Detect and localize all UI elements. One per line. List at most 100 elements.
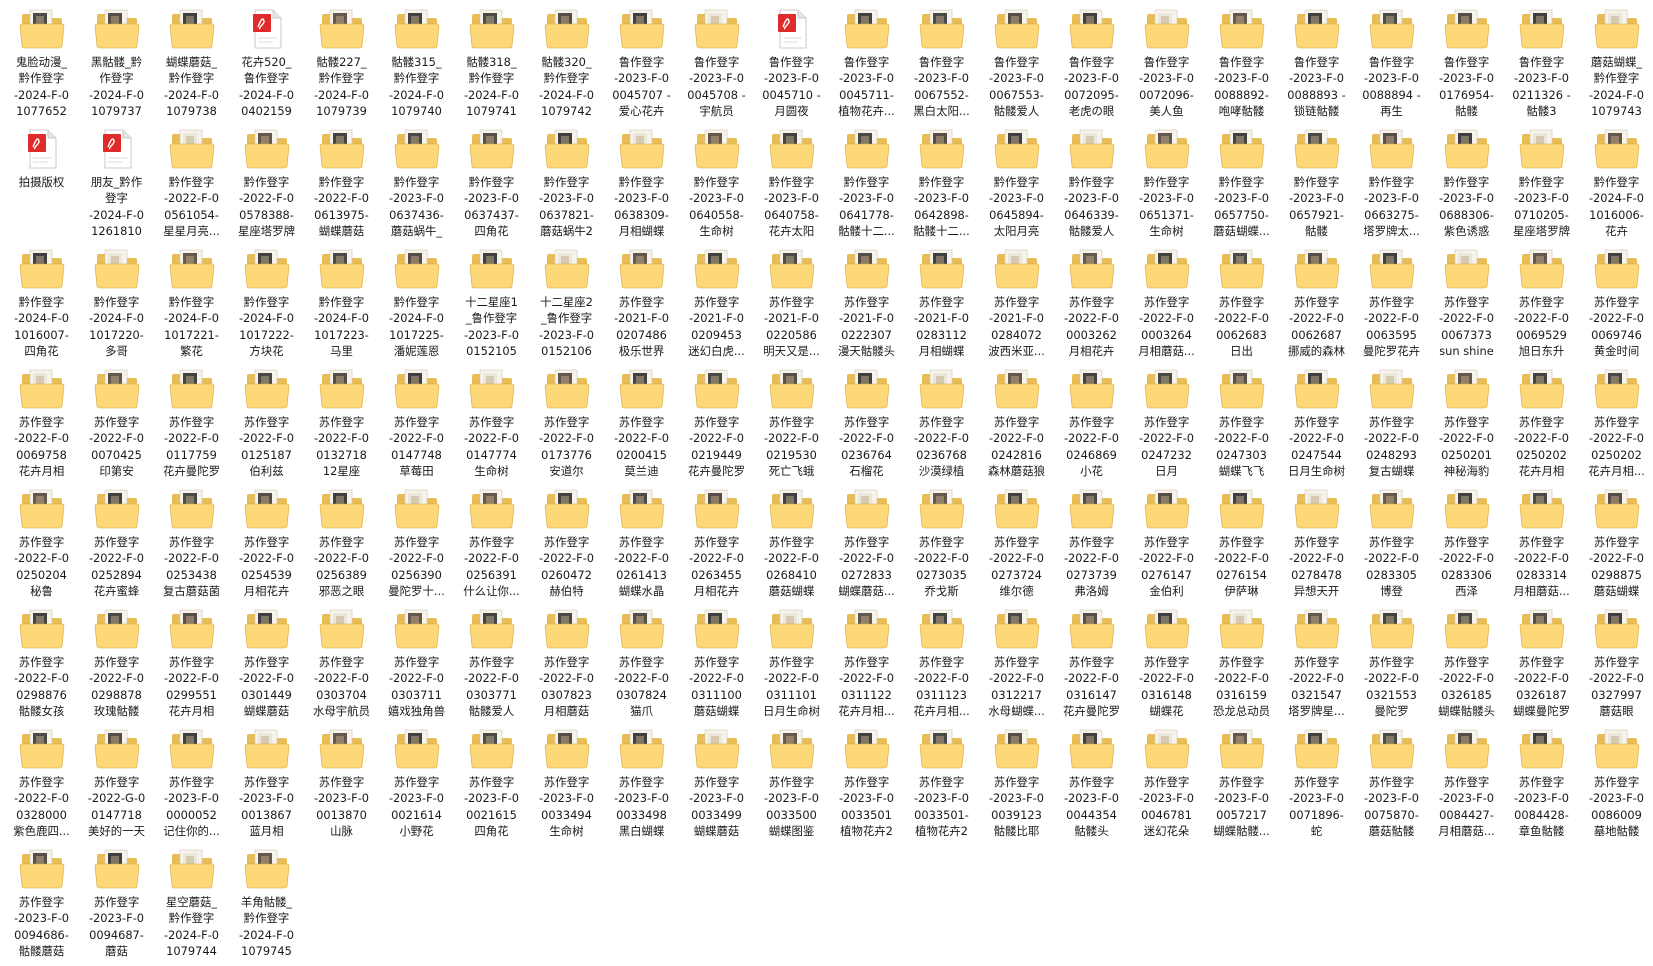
- folder-item[interactable]: 苏作登字 -2022-F-0 0132718 12星座: [304, 366, 379, 486]
- folder-item[interactable]: 苏作登字 -2022-F-0 0298876 骷髅女孩: [4, 606, 79, 726]
- folder-item[interactable]: 黔作登字 -2022-F-0 0613975- 蝴蝶蘑菇: [304, 126, 379, 246]
- folder-item[interactable]: 黔作登字 -2023-F-0 0637436- 蘑菇蜗牛_: [379, 126, 454, 246]
- folder-item[interactable]: 苏作登字 -2023-F-0 0044354 骷髅头: [1054, 726, 1129, 846]
- folder-item[interactable]: 骷髅227_ 黔作登字 -2024-F-0 1079739: [304, 6, 379, 126]
- folder-item[interactable]: 苏作登字 -2023-F-0 0013867 蓝月相: [229, 726, 304, 846]
- folder-item[interactable]: 苏作登字 -2022-F-0 0256390 曼陀罗十...: [379, 486, 454, 606]
- folder-item[interactable]: 鲁作登字 -2023-F-0 0176954- 骷髅: [1429, 6, 1504, 126]
- folder-item[interactable]: 苏作登字 -2022-F-0 0328000 紫色鹿四...: [4, 726, 79, 846]
- folder-item[interactable]: 苏作登字 -2022-F-0 0253438 复古蘑菇菌: [154, 486, 229, 606]
- folder-item[interactable]: 苏作登字 -2023-F-0 0057217 蝴蝶骷髅...: [1204, 726, 1279, 846]
- folder-item[interactable]: 苏作登字 -2022-F-0 0278478 异想天开: [1279, 486, 1354, 606]
- folder-item[interactable]: 苏作登字 -2023-F-0 0033494 生命树: [529, 726, 604, 846]
- folder-item[interactable]: 苏作登字 -2022-F-0 0125187 伯利兹: [229, 366, 304, 486]
- folder-item[interactable]: 黔作登字 -2023-F-0 0657921- 骷髅: [1279, 126, 1354, 246]
- folder-item[interactable]: 苏作登字 -2022-F-0 0003262 月相花卉: [1054, 246, 1129, 366]
- folder-item[interactable]: 苏作登字 -2022-F-0 0247232 日月: [1129, 366, 1204, 486]
- folder-item[interactable]: 苏作登字 -2022-F-0 0276147 金伯利: [1129, 486, 1204, 606]
- folder-item[interactable]: 苏作登字 -2023-F-0 0046781 迷幻花朵: [1129, 726, 1204, 846]
- folder-item[interactable]: 苏作登字 -2022-F-0 0326187 蝴蝶曼陀罗: [1504, 606, 1579, 726]
- pdf-file-item[interactable]: 鲁作登字 -2023-F-0 0045710 - 月圆夜: [754, 6, 829, 126]
- folder-item[interactable]: 苏作登字 -2022-F-0 0321547 塔罗牌星...: [1279, 606, 1354, 726]
- pdf-file-item[interactable]: 朋友_黔作 登字 -2024-F-0 1261810: [79, 126, 154, 246]
- folder-item[interactable]: 苏作登字 -2022-F-0 0273739 弗洛姆: [1054, 486, 1129, 606]
- folder-item[interactable]: 苏作登字 -2022-F-0 0236764 石榴花: [829, 366, 904, 486]
- folder-item[interactable]: 苏作登字 -2022-F-0 0311101 日月生命树: [754, 606, 829, 726]
- folder-item[interactable]: 苏作登字 -2022-G-0 0147718 美好的一天: [79, 726, 154, 846]
- folder-item[interactable]: 苏作登字 -2022-F-0 0247303 蝴蝶飞飞: [1204, 366, 1279, 486]
- folder-item[interactable]: 苏作登字 -2022-F-0 0273724 维尔德: [979, 486, 1054, 606]
- folder-item[interactable]: 黔作登字 -2023-F-0 0640558- 生命树: [679, 126, 754, 246]
- folder-item[interactable]: 十二星座1 _鲁作登字 -2023-F-0 0152105: [454, 246, 529, 366]
- folder-item[interactable]: 苏作登字 -2022-F-0 0200415 莫兰迪: [604, 366, 679, 486]
- folder-item[interactable]: 黔作登字 -2023-F-0 0640758- 花卉太阳: [754, 126, 829, 246]
- folder-item[interactable]: 黔作登字 -2023-F-0 0641778- 骷髅十二...: [829, 126, 904, 246]
- folder-item[interactable]: 鲁作登字 -2023-F-0 0045711- 植物花卉...: [829, 6, 904, 126]
- folder-item[interactable]: 苏作登字 -2022-F-0 0301449 蝴蝶蘑菇: [229, 606, 304, 726]
- folder-item[interactable]: 苏作登字 -2022-F-0 0069746 黄金时间: [1579, 246, 1653, 366]
- folder-item[interactable]: 黔作登字 -2022-F-0 0578388- 星座塔罗牌: [229, 126, 304, 246]
- folder-item[interactable]: 苏作登字 -2021-F-0 0220586 明天又是...: [754, 246, 829, 366]
- folder-item[interactable]: 苏作登字 -2023-F-0 0013870 山脉: [304, 726, 379, 846]
- folder-item[interactable]: 苏作登字 -2023-F-0 0094687- 蘑菇: [79, 846, 154, 966]
- folder-item[interactable]: 苏作登字 -2023-F-0 0084428- 章鱼骷髅: [1504, 726, 1579, 846]
- folder-item[interactable]: 苏作登字 -2022-F-0 0256389 邪恶之眼: [304, 486, 379, 606]
- folder-item[interactable]: 苏作登字 -2023-F-0 0075870- 蘑菇骷髅: [1354, 726, 1429, 846]
- folder-item[interactable]: 苏作登字 -2022-F-0 0272833 蝴蝶蘑菇...: [829, 486, 904, 606]
- folder-item[interactable]: 黔作登字 -2023-F-0 0663275- 塔罗牌太...: [1354, 126, 1429, 246]
- folder-item[interactable]: 苏作登字 -2022-F-0 0307824 猫爪: [604, 606, 679, 726]
- folder-item[interactable]: 黔作登字 -2023-F-0 0637437- 四角花: [454, 126, 529, 246]
- folder-item[interactable]: 苏作登字 -2022-F-0 0261413 蝴蝶水晶: [604, 486, 679, 606]
- folder-item[interactable]: 苏作登字 -2022-F-0 0311123 花卉月相...: [904, 606, 979, 726]
- folder-item[interactable]: 苏作登字 -2022-F-0 0062687 挪威的森林: [1279, 246, 1354, 366]
- folder-item[interactable]: 苏作登字 -2022-F-0 0326185 蝴蝶骷髅头: [1429, 606, 1504, 726]
- folder-item[interactable]: 苏作登字 -2022-F-0 0316148 蝴蝶花: [1129, 606, 1204, 726]
- folder-item[interactable]: 苏作登字 -2022-F-0 0298878 玫瑰骷髅: [79, 606, 154, 726]
- folder-item[interactable]: 苏作登字 -2022-F-0 0268410 蘑菇蝴蝶: [754, 486, 829, 606]
- folder-item[interactable]: 苏作登字 -2022-F-0 0003264 月相蘑菇...: [1129, 246, 1204, 366]
- folder-item[interactable]: 苏作登字 -2023-F-0 0071896- 蛇: [1279, 726, 1354, 846]
- folder-item[interactable]: 苏作登字 -2021-F-0 0222307 漫天骷髅头: [829, 246, 904, 366]
- folder-item[interactable]: 黔作登字 -2024-F-0 1017222- 方块花: [229, 246, 304, 366]
- folder-item[interactable]: 黔作登字 -2023-F-0 0645894- 太阳月亮: [979, 126, 1054, 246]
- folder-item[interactable]: 苏作登字 -2022-F-0 0242816 森林蘑菇狼: [979, 366, 1054, 486]
- folder-item[interactable]: 苏作登字 -2022-F-0 0248293 复古蝴蝶: [1354, 366, 1429, 486]
- folder-item[interactable]: 苏作登字 -2022-F-0 0327997 蘑菇眼: [1579, 606, 1653, 726]
- folder-item[interactable]: 苏作登字 -2021-F-0 0207486 极乐世界: [604, 246, 679, 366]
- folder-item[interactable]: 黑骷髅_黔 作登字 -2024-F-0 1079737: [79, 6, 154, 126]
- folder-item[interactable]: 苏作登字 -2022-F-0 0311122 花卉月相...: [829, 606, 904, 726]
- folder-item[interactable]: 苏作登字 -2022-F-0 0117759 花卉曼陀罗: [154, 366, 229, 486]
- folder-item[interactable]: 骷髅315_ 黔作登字 -2024-F-0 1079740: [379, 6, 454, 126]
- folder-item[interactable]: 黔作登字 -2023-F-0 0638309- 月相蝴蝶: [604, 126, 679, 246]
- folder-item[interactable]: 黔作登字 -2023-F-0 0637821- 蘑菇蜗牛2: [529, 126, 604, 246]
- folder-item[interactable]: 黔作登字 -2023-F-0 0657750- 蘑菇蝴蝶...: [1204, 126, 1279, 246]
- folder-item[interactable]: 苏作登字 -2022-F-0 0283314 月相蘑菇...: [1504, 486, 1579, 606]
- folder-item[interactable]: 苏作登字 -2022-F-0 0250201 神秘海豹: [1429, 366, 1504, 486]
- folder-item[interactable]: 苏作登字 -2023-F-0 0094686- 骷髅蘑菇: [4, 846, 79, 966]
- folder-item[interactable]: 骷髅320_ 黔作登字 -2024-F-0 1079742: [529, 6, 604, 126]
- folder-item[interactable]: 鲁作登字 -2023-F-0 0088892- 咆哮骷髅: [1204, 6, 1279, 126]
- folder-item[interactable]: 黔作登字 -2022-F-0 0561054- 星星月亮...: [154, 126, 229, 246]
- folder-item[interactable]: 鲁作登字 -2023-F-0 0211326 - 骷髅3: [1504, 6, 1579, 126]
- folder-item[interactable]: 苏作登字 -2023-F-0 0033500 蝴蝶图鉴: [754, 726, 829, 846]
- folder-item[interactable]: 苏作登字 -2023-F-0 0033501 植物花卉2: [829, 726, 904, 846]
- folder-item[interactable]: 苏作登字 -2022-F-0 0316147 花卉曼陀罗: [1054, 606, 1129, 726]
- folder-item[interactable]: 苏作登字 -2022-F-0 0247544 日月生命树: [1279, 366, 1354, 486]
- folder-item[interactable]: 羊角骷髅_ 黔作登字 -2024-F-0 1079745: [229, 846, 304, 966]
- folder-item[interactable]: 苏作登字 -2023-F-0 0086009 墓地骷髅: [1579, 726, 1653, 846]
- folder-item[interactable]: 苏作登字 -2023-F-0 0033501- 植物花卉2: [904, 726, 979, 846]
- folder-item[interactable]: 黔作登字 -2024-F-0 1016007- 四角花: [4, 246, 79, 366]
- folder-item[interactable]: 苏作登字 -2022-F-0 0303704 水母宇航员: [304, 606, 379, 726]
- folder-item[interactable]: 苏作登字 -2022-F-0 0276154 伊萨琳: [1204, 486, 1279, 606]
- folder-item[interactable]: 鲁作登字 -2023-F-0 0067552- 黑白太阳...: [904, 6, 979, 126]
- folder-item[interactable]: 苏作登字 -2022-F-0 0063595 曼陀罗花卉: [1354, 246, 1429, 366]
- folder-item[interactable]: 苏作登字 -2022-F-0 0147774 生命树: [454, 366, 529, 486]
- folder-item[interactable]: 苏作登字 -2023-F-0 0021615 四角花: [454, 726, 529, 846]
- folder-item[interactable]: 鲁作登字 -2023-F-0 0072096- 美人鱼: [1129, 6, 1204, 126]
- folder-item[interactable]: 星空蘑菇_ 黔作登字 -2024-F-0 1079744: [154, 846, 229, 966]
- folder-item[interactable]: 苏作登字 -2022-F-0 0303771 骷髅爱人: [454, 606, 529, 726]
- folder-item[interactable]: 苏作登字 -2023-F-0 0021614 小野花: [379, 726, 454, 846]
- folder-item[interactable]: 十二星座2 _鲁作登字 -2023-F-0 0152106: [529, 246, 604, 366]
- folder-item[interactable]: 苏作登字 -2022-F-0 0062683 日出: [1204, 246, 1279, 366]
- folder-item[interactable]: 苏作登字 -2021-F-0 0209453 迷幻白虎...: [679, 246, 754, 366]
